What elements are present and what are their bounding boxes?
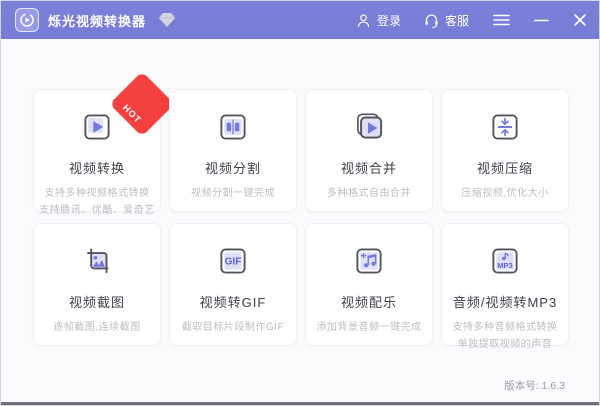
svg-text:GIF: GIF <box>225 257 242 268</box>
hamburger-icon <box>493 14 510 26</box>
svg-text:MP3: MP3 <box>497 261 513 270</box>
menu-button[interactable] <box>493 13 510 27</box>
card-video-split[interactable]: 视频分割 视频分割一键完成 <box>169 89 297 212</box>
card-title: 视频合并 <box>340 161 397 176</box>
card-video-screenshot[interactable]: 视频截图 逐帧截图,连续截图 <box>33 223 161 346</box>
close-icon <box>574 14 586 26</box>
service-label: 客服 <box>444 13 469 28</box>
card-desc: 支持多种视频格式转换 支持腾讯、优酷、爱奇艺 <box>39 188 155 216</box>
card-title: 视频分割 <box>204 161 261 176</box>
card-title: 视频截图 <box>68 295 125 310</box>
card-title: 音频/视频转MP3 <box>452 295 558 310</box>
main-content: HOT 视频转换 支持多种视频格式转换 支持腾讯、优酷、爱奇艺 视频分割 视频分… <box>1 39 599 350</box>
gif-icon: GIF <box>170 242 296 280</box>
mp3-icon: MP3 <box>442 242 568 280</box>
card-title: 视频转换 <box>68 161 125 176</box>
headset-icon <box>425 14 438 28</box>
card-video-to-gif[interactable]: GIF 视频转GIF 截取目标片段制作GIF <box>169 223 297 346</box>
login-label: 登录 <box>376 13 401 28</box>
minimize-button[interactable] <box>534 13 549 27</box>
app-title: 烁光视频转换器 <box>48 13 147 29</box>
login-button[interactable]: 登录 <box>355 12 401 29</box>
minimize-icon <box>534 19 549 22</box>
card-desc: 支持多种音频格式转换 单独提取视频的声音 <box>452 322 558 350</box>
video-compress-icon <box>442 108 568 146</box>
feature-grid: HOT 视频转换 支持多种视频格式转换 支持腾讯、优酷、爱奇艺 视频分割 视频分… <box>33 71 569 350</box>
card-audio-video-to-mp3[interactable]: MP3 音频/视频转MP3 支持多种音频格式转换 单独提取视频的声音 <box>441 223 569 350</box>
user-icon <box>357 13 370 27</box>
close-button[interactable] <box>573 13 587 27</box>
card-video-compress[interactable]: 视频压缩 压缩视频,优化大小 <box>441 89 569 212</box>
video-split-icon <box>170 108 296 146</box>
card-desc: 截取目标片段制作GIF <box>181 322 285 333</box>
version-label: 版本号: 1.6.3 <box>504 380 565 392</box>
card-desc: 多种格式自由合并 <box>327 188 411 199</box>
app-logo-icon <box>15 8 39 32</box>
card-video-merge[interactable]: 视频合并 多种格式自由合并 <box>305 89 433 212</box>
card-desc: 压缩视频,优化大小 <box>461 188 549 199</box>
card-title: 视频转GIF <box>199 295 267 310</box>
video-screenshot-icon <box>34 242 160 280</box>
card-desc: 逐帧截图,连续截图 <box>53 322 141 333</box>
card-video-convert[interactable]: HOT 视频转换 支持多种视频格式转换 支持腾讯、优酷、爱奇艺 <box>33 71 175 216</box>
video-merge-icon <box>306 108 432 146</box>
card-title: 视频配乐 <box>340 295 397 310</box>
card-video-music[interactable]: 视频配乐 添加背景音频一键完成 <box>305 223 433 346</box>
card-desc: 视频分割一键完成 <box>191 188 275 199</box>
customer-service-button[interactable]: 客服 <box>423 12 469 29</box>
app-window: { "titlebar": { "app_title": "烁光视频转换器", … <box>0 0 600 406</box>
card-title: 视频压缩 <box>476 161 533 176</box>
video-music-icon <box>306 242 432 280</box>
vip-gem-icon[interactable] <box>158 12 176 28</box>
card-desc: 添加背景音频一键完成 <box>316 322 422 333</box>
titlebar: 烁光视频转换器 登录 客服 <box>1 1 599 39</box>
window-bottom-edge <box>1 402 599 405</box>
